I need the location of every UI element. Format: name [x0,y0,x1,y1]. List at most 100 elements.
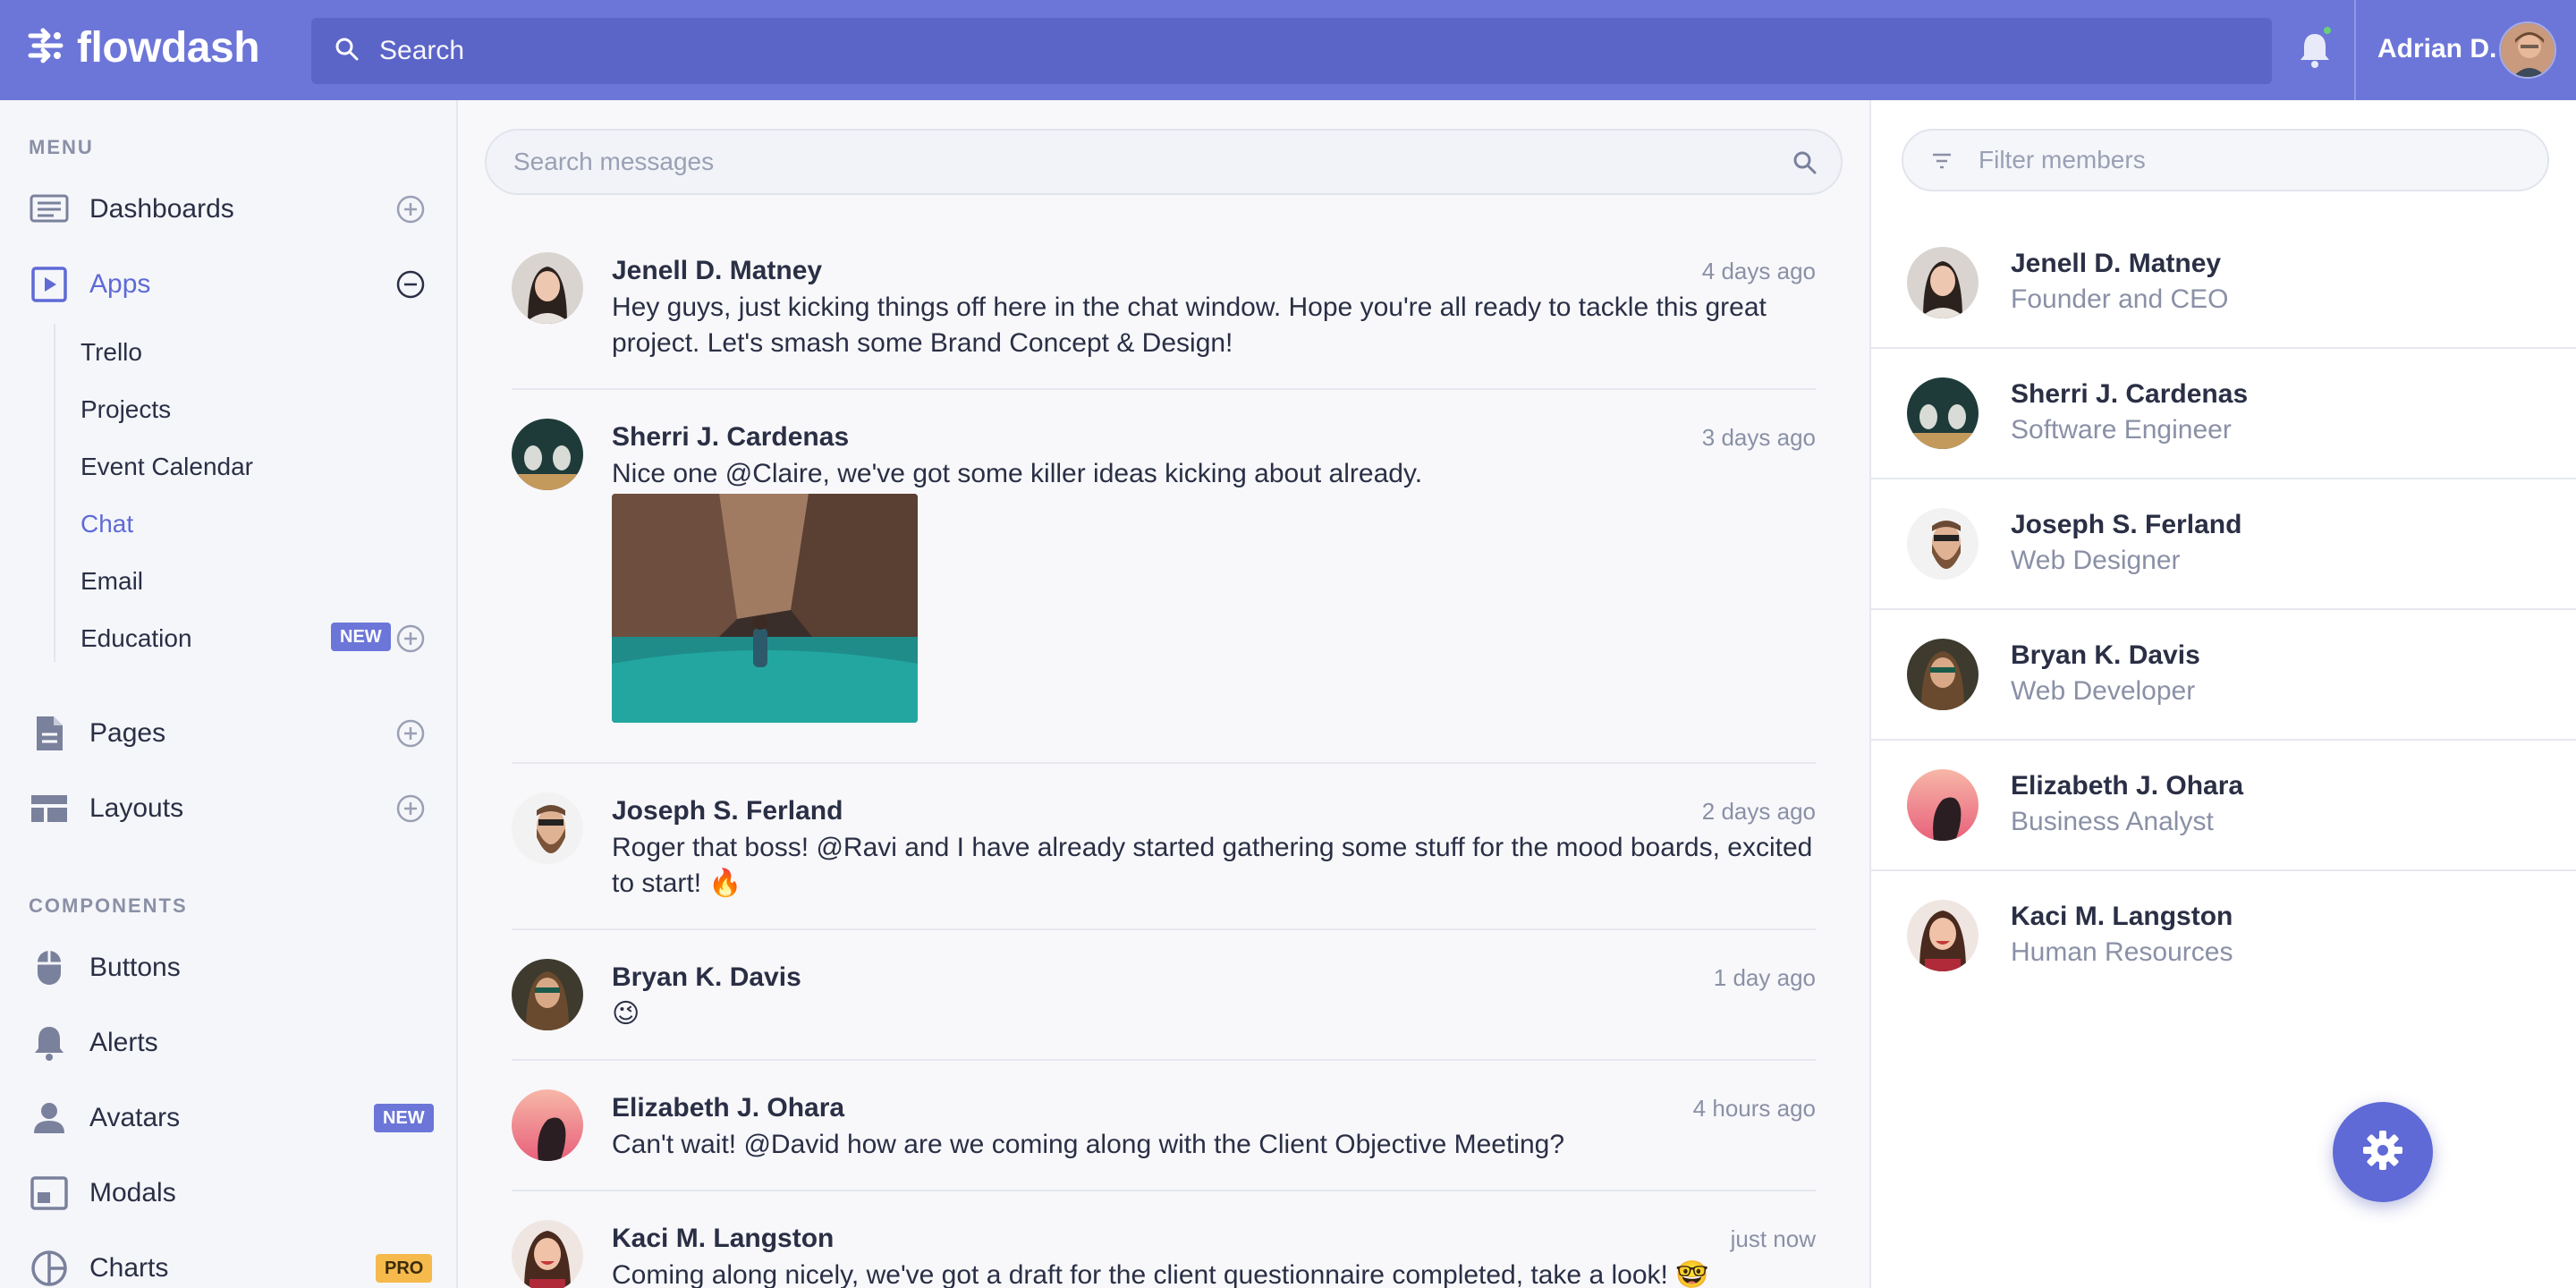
add-icon[interactable] [395,194,426,225]
message-text: Hey guys, just kicking things off here i… [612,292,1767,358]
gear-icon [2361,1129,2404,1176]
add-icon[interactable] [395,623,426,654]
member-role: Web Developer [2011,676,2196,706]
notifications-bell-icon[interactable] [2297,30,2333,70]
chat-message: Sherri J. Cardenas 3 days ago Nice one @… [512,419,1816,744]
play-icon [29,264,70,305]
sidebar-item-avatars[interactable]: Avatars NEW [0,1086,456,1150]
dashboard-icon [29,189,70,230]
avatar[interactable] [512,419,583,490]
sidebar-item-label: Pages [89,718,166,748]
member-item[interactable]: Kaci M. Langston Human Resources [1871,871,2576,1002]
pie-chart-icon [29,1248,70,1288]
message-author[interactable]: Elizabeth J. Ohara [612,1093,844,1123]
sidebar-item-label: Avatars [89,1103,181,1132]
settings-fab-button[interactable] [2333,1102,2433,1202]
member-name: Sherri J. Cardenas [2011,379,2249,409]
user-avatar[interactable] [2499,21,2556,79]
filter-members-placeholder: Filter members [1979,146,2146,174]
add-icon[interactable] [395,793,426,824]
member-role: Software Engineer [2011,415,2232,445]
member-role: Founder and CEO [2011,284,2229,314]
member-item[interactable]: Jenell D. Matney Founder and CEO [1871,218,2576,349]
sidebar-item-charts[interactable]: Charts PRO [0,1236,456,1288]
message-author[interactable]: Joseph S. Ferland [612,796,843,826]
canyon-river-photo[interactable] [612,494,918,723]
message-divider [512,388,1816,390]
sidebar-item-label: Layouts [89,793,184,823]
modal-icon [29,1173,70,1214]
member-item[interactable]: Sherri J. Cardenas Software Engineer [1871,349,2576,479]
member-item[interactable]: Joseph S. Ferland Web Designer [1871,479,2576,610]
member-name: Bryan K. Davis [2011,640,2200,670]
menu-section-label: MENU [29,136,94,158]
layout-icon [29,788,70,829]
sidebar-item-modals[interactable]: Modals [0,1161,456,1225]
message-time: 2 days ago [1701,798,1816,825]
member-name: Jenell D. Matney [2011,249,2222,278]
pro-badge: PRO [376,1254,433,1283]
global-search-placeholder: Search [379,36,465,65]
sidebar-item-label: Alerts [89,1028,158,1057]
sidebar-item-apps[interactable]: Apps [0,252,456,317]
sidebar-item-buttons[interactable]: Buttons [0,936,456,1000]
message-divider [512,762,1816,764]
brand[interactable]: flowdash [25,23,260,72]
member-role: Business Analyst [2011,807,2214,836]
message-text: Nice one @Claire, we've got some killer … [612,459,1423,488]
global-search-input[interactable]: Search [311,18,2272,84]
sidebar-subitem-education[interactable]: Education [80,624,192,653]
avatar[interactable] [512,1089,583,1161]
chat-message: Elizabeth J. Ohara 4 hours ago Can't wai… [512,1089,1816,1170]
user-name[interactable]: Adrian D. [2377,34,2496,64]
member-name: Kaci M. Langston [2011,902,2233,931]
sidebar-subitem-projects[interactable]: Projects [80,395,171,424]
search-icon [333,35,361,68]
message-author[interactable]: Kaci M. Langston [612,1224,834,1254]
member-item[interactable]: Bryan K. Davis Web Developer [1871,610,2576,741]
avatar[interactable] [512,1220,583,1288]
sidebar-item-label: Charts [89,1253,169,1283]
sidebar-subitem-chat[interactable]: Chat [80,510,133,538]
sidebar-item-label: Buttons [89,953,181,982]
sidebar-item-label: Modals [89,1178,176,1208]
submenu-rail [54,324,55,662]
brand-name: flowdash [77,24,260,72]
message-divider [512,928,1816,930]
message-time: 4 hours ago [1692,1095,1816,1122]
message-search-input[interactable]: Search messages [485,129,1843,195]
member-item[interactable]: Elizabeth J. Ohara Business Analyst [1871,741,2576,871]
sidebar-subitem-event-calendar[interactable]: Event Calendar [80,453,253,481]
sidebar-subitem-trello[interactable]: Trello [80,338,142,367]
message-search-placeholder: Search messages [513,148,715,175]
avatar [1907,247,1979,318]
new-badge: NEW [374,1104,434,1132]
message-author[interactable]: Jenell D. Matney [612,256,822,286]
flow-logo-icon [25,25,66,71]
minus-icon[interactable] [395,269,426,300]
avatar[interactable] [512,792,583,864]
message-time: 4 days ago [1701,258,1816,284]
message-author[interactable]: Sherri J. Cardenas [612,422,849,453]
sidebar-item-dashboards[interactable]: Dashboards [0,177,456,242]
sidebar-item-alerts[interactable]: Alerts [0,1011,456,1075]
avatar [1907,508,1979,580]
sidebar-subitem-email[interactable]: Email [80,567,143,596]
avatar [1907,377,1979,449]
members-panel: Filter members Jenell D. Matney Founder … [1869,100,2576,1288]
new-badge: NEW [331,623,391,651]
sidebar-item-pages[interactable]: Pages [0,701,456,766]
avatar[interactable] [512,252,583,324]
message-time: just now [1730,1225,1816,1252]
chat-message: Jenell D. Matney 4 days ago Hey guys, ju… [512,252,1816,360]
message-author[interactable]: Bryan K. Davis [612,962,801,993]
message-text: 😉 [612,999,640,1029]
chat-message: Joseph S. Ferland 2 days ago Roger that … [512,792,1816,900]
mouse-icon [29,947,70,988]
bell-icon [29,1022,70,1063]
person-icon [29,1097,70,1139]
avatar[interactable] [512,959,583,1030]
sidebar-item-layouts[interactable]: Layouts [0,776,456,841]
add-icon[interactable] [395,718,426,749]
filter-members-input[interactable]: Filter members [1902,129,2549,191]
